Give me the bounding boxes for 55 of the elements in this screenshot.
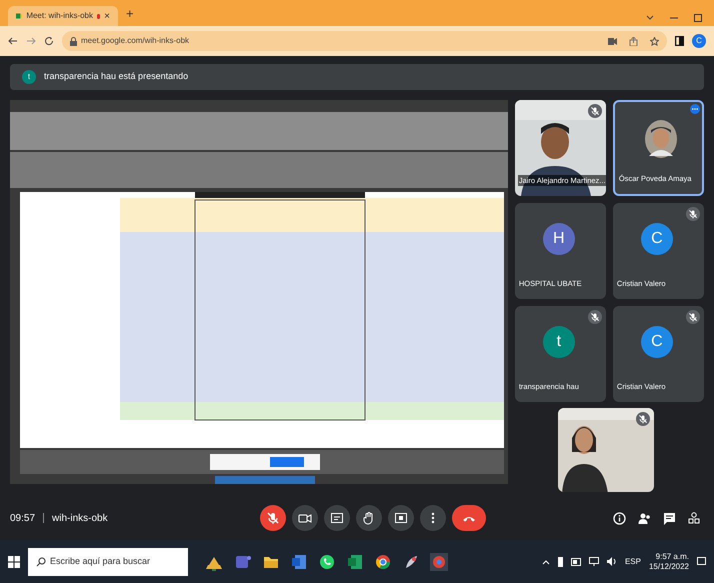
display-icon[interactable] <box>588 557 599 566</box>
camera-icon[interactable] <box>608 38 617 44</box>
spreadsheet-icon[interactable] <box>346 552 364 570</box>
chat-icon[interactable] <box>663 512 676 524</box>
chevron-down-icon[interactable] <box>646 14 654 22</box>
phone-chat-icon[interactable] <box>318 552 336 570</box>
tab-title: Meet: wih-inks-obk <box>26 10 93 22</box>
presenting-text: transparencia hau está presentando <box>44 70 188 84</box>
language-indicator[interactable]: ESP <box>624 556 641 568</box>
browser-tab[interactable]: Meet: wih-inks-obk × <box>8 6 118 26</box>
leave-call-button[interactable] <box>452 505 486 531</box>
back-icon[interactable] <box>8 36 18 46</box>
info-icon[interactable] <box>613 512 626 524</box>
windows-start-icon[interactable] <box>8 556 20 568</box>
people-icon[interactable] <box>638 512 651 524</box>
meeting-code: wih-inks-obk <box>52 512 108 526</box>
camera-button[interactable] <box>292 505 318 531</box>
notification-icon[interactable] <box>697 557 706 566</box>
present-button[interactable] <box>388 505 414 531</box>
new-tab-button[interactable]: + <box>126 4 134 23</box>
captions-icon <box>330 511 344 525</box>
maximize-icon[interactable] <box>694 14 702 22</box>
participant-avatar: C <box>640 223 673 255</box>
participant-avatar: C <box>640 326 673 358</box>
star-icon[interactable] <box>650 36 659 46</box>
raise-hand-button[interactable] <box>356 505 382 531</box>
chevron-up-icon[interactable] <box>542 558 550 564</box>
battery-icon[interactable] <box>558 556 563 566</box>
more-options-icon[interactable] <box>690 104 700 114</box>
participant-avatar: H <box>542 223 575 255</box>
present-icon <box>394 511 408 525</box>
search-icon <box>36 556 46 566</box>
participant-avatar: t <box>542 326 575 358</box>
presenter-avatar: t <box>22 70 36 84</box>
more-options-button[interactable] <box>420 505 446 531</box>
reload-icon[interactable] <box>44 36 54 46</box>
side-panel-icon[interactable] <box>675 36 684 46</box>
mic-button[interactable] <box>260 505 286 531</box>
browser-icon[interactable] <box>374 552 392 570</box>
activities-icon[interactable] <box>688 512 700 524</box>
network-icon[interactable] <box>570 558 581 566</box>
mic-off-icon <box>266 511 280 525</box>
meeting-time: 09:57 <box>10 512 36 526</box>
share-icon[interactable] <box>629 36 638 46</box>
taskbar-clock[interactable]: 9:57 a.m. <box>656 552 689 562</box>
taskbar-search-field[interactable]: Escribe aquí para buscar <box>28 548 188 576</box>
document-icon[interactable] <box>290 552 308 570</box>
profile-avatar[interactable]: C <box>692 34 706 48</box>
volume-icon[interactable] <box>606 557 617 566</box>
lock-icon <box>70 36 77 46</box>
address-bar[interactable]: meet.google.com/wih-inks-obk <box>62 31 667 51</box>
close-tab-button[interactable]: × <box>104 8 110 24</box>
meet-icon <box>16 12 22 20</box>
captions-button[interactable] <box>324 505 350 531</box>
taskbar-date[interactable]: 15/12/2022 <box>648 562 689 572</box>
